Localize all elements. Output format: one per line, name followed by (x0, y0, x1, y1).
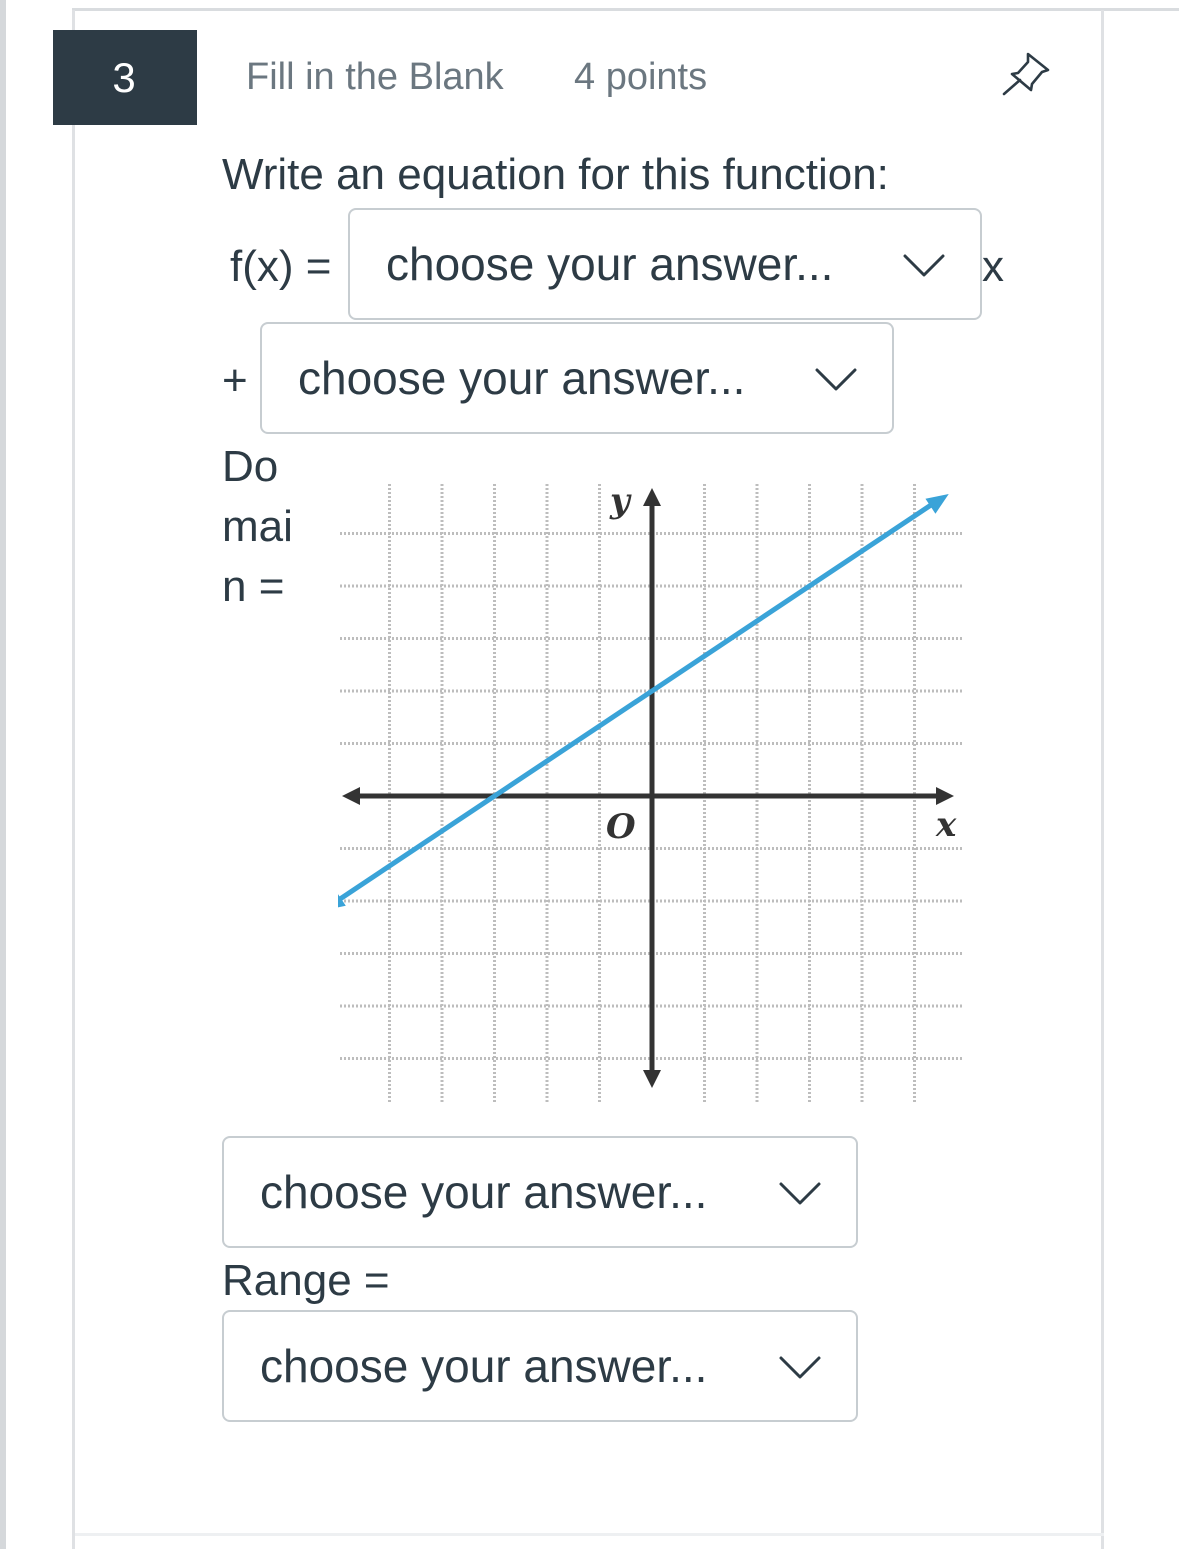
range-label: Range = (222, 1256, 390, 1305)
chevron-down-icon (779, 1182, 821, 1205)
x-axis-label: x (935, 805, 957, 845)
function-line (338, 496, 943, 904)
x-axis-left-arrow (342, 787, 360, 805)
domain-label-line-3: n = (222, 562, 285, 611)
question-prompt: Write an equation for this function: (222, 150, 889, 199)
question-number: 3 (53, 30, 197, 125)
question-type: Fill in the Blank (246, 56, 504, 98)
y-axis-bottom-arrow (643, 1070, 661, 1088)
x-axis-right-arrow (936, 787, 954, 805)
x-suffix: x (982, 242, 1004, 291)
domain-dropdown-value: choose your answer... (260, 1166, 708, 1218)
range-dropdown-value: choose your answer... (260, 1340, 708, 1392)
intercept-dropdown[interactable]: choose your answer... (260, 322, 894, 434)
domain-label-line-2: mai (222, 502, 293, 551)
origin-label: O (606, 807, 636, 847)
question-points: 4 points (574, 56, 708, 98)
card-bottom-border (75, 1533, 1104, 1536)
domain-label-line-1: Do (222, 442, 279, 491)
slope-dropdown[interactable]: choose your answer... (348, 208, 982, 320)
slope-dropdown-value: choose your answer... (386, 238, 834, 290)
chevron-down-icon (779, 1356, 821, 1379)
chevron-down-icon (815, 368, 857, 391)
function-graph: y x O (338, 481, 964, 1104)
fx-label: f(x) = (230, 242, 332, 291)
range-dropdown[interactable]: choose your answer... (222, 1310, 858, 1422)
window-edge (0, 0, 6, 1549)
domain-dropdown[interactable]: choose your answer... (222, 1136, 858, 1248)
y-axis-top-arrow (643, 488, 661, 506)
y-axis-label: y (609, 481, 632, 521)
intercept-dropdown-value: choose your answer... (298, 352, 746, 404)
pin-icon[interactable] (998, 48, 1054, 98)
plus-sign: + (222, 356, 248, 405)
chevron-down-icon (903, 254, 945, 277)
function-line-end-arrow (925, 494, 949, 514)
